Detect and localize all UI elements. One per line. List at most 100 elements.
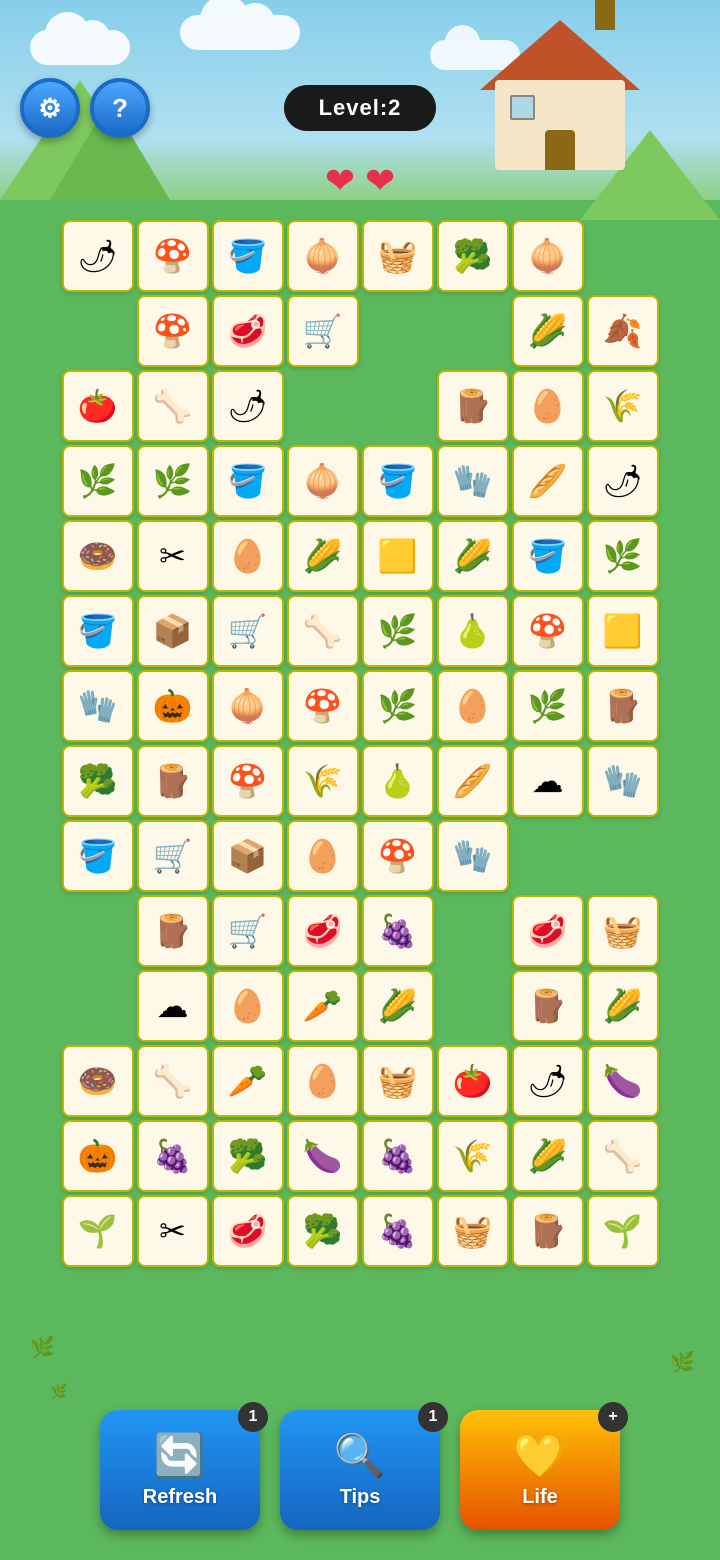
tile[interactable]: 🪣 xyxy=(512,520,584,592)
tile[interactable]: 🦴 xyxy=(587,1120,659,1192)
tile[interactable]: 🍆 xyxy=(587,1045,659,1117)
tile[interactable]: 🧅 xyxy=(287,220,359,292)
tile[interactable]: 🎃 xyxy=(62,1120,134,1192)
tile[interactable]: 🌿 xyxy=(587,520,659,592)
tile[interactable]: 🥚 xyxy=(287,1045,359,1117)
tile[interactable]: 📦 xyxy=(137,595,209,667)
tile[interactable]: 🌿 xyxy=(137,445,209,517)
tile[interactable]: 🌽 xyxy=(362,970,434,1042)
tile[interactable]: ☁ xyxy=(512,745,584,817)
tile[interactable]: 🪵 xyxy=(512,970,584,1042)
tile[interactable]: 🧅 xyxy=(287,445,359,517)
tile[interactable]: 🧤 xyxy=(587,745,659,817)
tile[interactable]: 🛒 xyxy=(212,595,284,667)
tile[interactable]: 🥦 xyxy=(437,220,509,292)
tile[interactable]: 🍄 xyxy=(287,670,359,742)
tile[interactable]: 🍄 xyxy=(362,820,434,892)
tile[interactable]: 🎃 xyxy=(137,670,209,742)
tile[interactable]: 🌽 xyxy=(437,520,509,592)
tile[interactable]: 🌿 xyxy=(512,670,584,742)
tile[interactable]: 🍐 xyxy=(437,595,509,667)
tile[interactable]: 🛒 xyxy=(287,295,359,367)
tile[interactable]: 🧅 xyxy=(512,220,584,292)
tile[interactable]: 🍅 xyxy=(62,370,134,442)
tile[interactable]: 🥚 xyxy=(212,520,284,592)
tile[interactable]: 🌶 xyxy=(587,445,659,517)
tile[interactable]: 🌶 xyxy=(512,1045,584,1117)
tile[interactable]: 🧤 xyxy=(62,670,134,742)
tile[interactable]: 🍇 xyxy=(362,895,434,967)
tile[interactable]: 🧤 xyxy=(437,820,509,892)
tile[interactable]: 🛒 xyxy=(137,820,209,892)
tile[interactable]: 🧺 xyxy=(587,895,659,967)
tile[interactable]: 🌾 xyxy=(437,1120,509,1192)
tile[interactable]: 🧺 xyxy=(362,220,434,292)
tile[interactable]: 🌶 xyxy=(62,220,134,292)
tile[interactable]: 🥖 xyxy=(512,445,584,517)
tile[interactable]: 📦 xyxy=(212,820,284,892)
tile[interactable]: 🍄 xyxy=(212,745,284,817)
tile[interactable]: 🥦 xyxy=(287,1195,359,1267)
tile[interactable]: 🪵 xyxy=(437,370,509,442)
tile[interactable]: 🪣 xyxy=(362,445,434,517)
refresh-button[interactable]: 1 🔄 Refresh xyxy=(100,1410,260,1530)
help-button[interactable]: ? xyxy=(90,78,150,138)
tile[interactable]: 🌽 xyxy=(512,295,584,367)
tile[interactable]: 🥩 xyxy=(212,295,284,367)
tile[interactable]: 🟨 xyxy=(362,520,434,592)
tile[interactable]: ☁ xyxy=(137,970,209,1042)
tile[interactable]: 🥚 xyxy=(512,370,584,442)
tile[interactable]: 🪣 xyxy=(212,445,284,517)
tile[interactable]: 🧺 xyxy=(437,1195,509,1267)
tile[interactable]: 🍂 xyxy=(587,295,659,367)
tile[interactable]: 🌿 xyxy=(362,595,434,667)
tile[interactable]: 🪵 xyxy=(137,895,209,967)
tile[interactable]: 🪣 xyxy=(62,595,134,667)
tile[interactable]: 🍐 xyxy=(362,745,434,817)
tile[interactable]: 🌽 xyxy=(587,970,659,1042)
tile[interactable]: 🛒 xyxy=(212,895,284,967)
tile[interactable]: 🦴 xyxy=(287,595,359,667)
tile[interactable]: 🥦 xyxy=(212,1120,284,1192)
tips-button[interactable]: 1 🔍 Tips xyxy=(280,1410,440,1530)
life-button[interactable]: + 💛 Life xyxy=(460,1410,620,1530)
tile[interactable]: 🥚 xyxy=(212,970,284,1042)
tile[interactable]: 🍄 xyxy=(137,220,209,292)
tile[interactable]: 🦴 xyxy=(137,1045,209,1117)
tile[interactable]: ✂ xyxy=(137,520,209,592)
tile[interactable]: 🌶 xyxy=(212,370,284,442)
tile[interactable]: 🥕 xyxy=(212,1045,284,1117)
tile[interactable]: ✂ xyxy=(137,1195,209,1267)
tile[interactable]: 🪵 xyxy=(137,745,209,817)
tile[interactable]: 🍇 xyxy=(362,1195,434,1267)
tile[interactable]: 🥦 xyxy=(62,745,134,817)
tile[interactable]: 🍅 xyxy=(437,1045,509,1117)
tile[interactable]: 🥩 xyxy=(287,895,359,967)
tile[interactable]: 🥩 xyxy=(512,895,584,967)
tile[interactable]: 🌿 xyxy=(362,670,434,742)
tile[interactable]: 🌽 xyxy=(512,1120,584,1192)
tile[interactable]: 🧅 xyxy=(212,670,284,742)
tile[interactable]: 🍩 xyxy=(62,1045,134,1117)
tile[interactable]: 🌾 xyxy=(587,370,659,442)
settings-button[interactable]: ⚙ xyxy=(20,78,80,138)
tile[interactable]: 🌽 xyxy=(287,520,359,592)
tile[interactable]: 🌿 xyxy=(62,445,134,517)
tile[interactable]: 🌱 xyxy=(587,1195,659,1267)
tile[interactable]: 🍇 xyxy=(137,1120,209,1192)
tile[interactable]: 🥚 xyxy=(437,670,509,742)
tile[interactable]: 🍩 xyxy=(62,520,134,592)
tile[interactable]: 🌱 xyxy=(62,1195,134,1267)
tile[interactable]: 🍄 xyxy=(137,295,209,367)
tile[interactable]: 🟨 xyxy=(587,595,659,667)
tile[interactable]: 🧺 xyxy=(362,1045,434,1117)
tile[interactable]: 🍆 xyxy=(287,1120,359,1192)
tile[interactable]: 🪣 xyxy=(62,820,134,892)
tile[interactable]: 🪵 xyxy=(512,1195,584,1267)
tile[interactable]: 🥕 xyxy=(287,970,359,1042)
tile[interactable]: 🌾 xyxy=(287,745,359,817)
tile[interactable]: 🥩 xyxy=(212,1195,284,1267)
tile[interactable]: 🥖 xyxy=(437,745,509,817)
tile[interactable]: 🪣 xyxy=(212,220,284,292)
tile[interactable]: 🪵 xyxy=(587,670,659,742)
